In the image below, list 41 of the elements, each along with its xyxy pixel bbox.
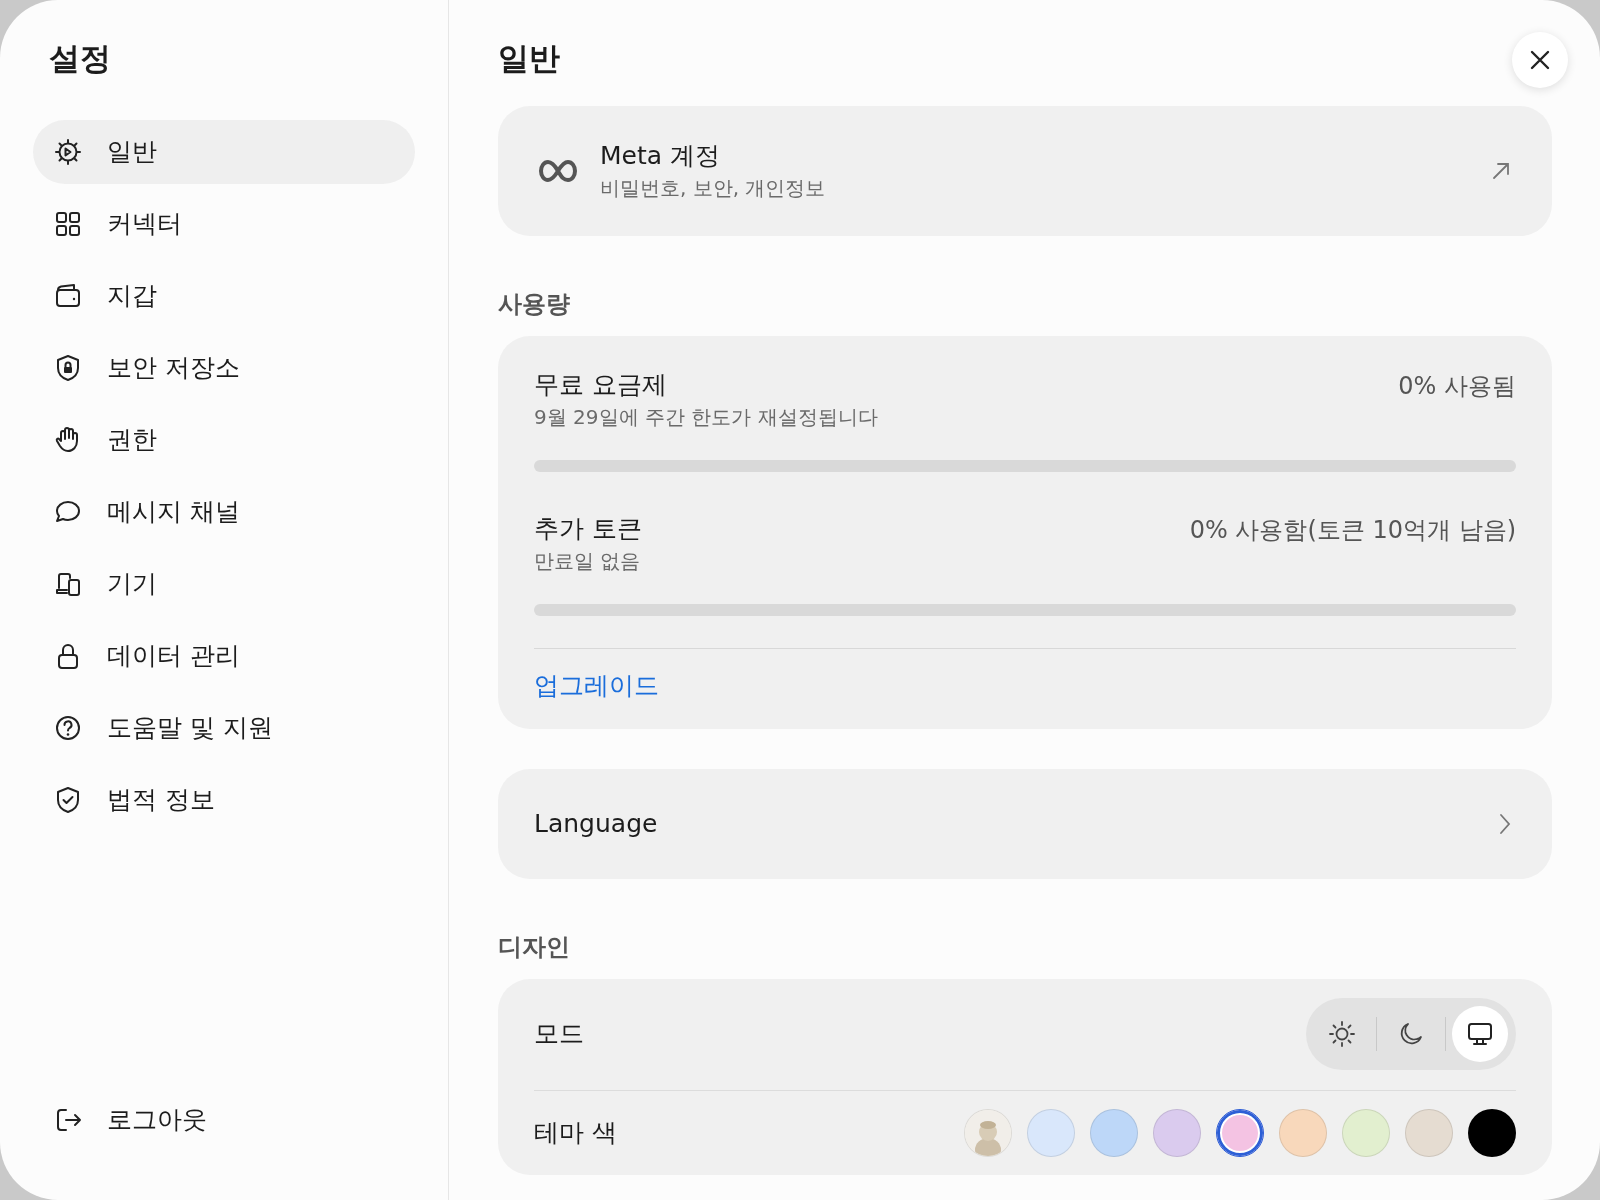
usage-reading: 0% 사용됨 bbox=[1398, 371, 1516, 402]
sidebar-item[interactable]: 보안 저장소 bbox=[33, 336, 415, 400]
sidebar-item[interactable]: 메시지 채널 bbox=[33, 480, 415, 544]
plan-note: 9월 29일에 주간 한도가 재설정됩니다 bbox=[534, 404, 878, 431]
language-row[interactable]: Language bbox=[498, 768, 1552, 879]
infinity-logo-icon bbox=[538, 159, 578, 183]
logout-button[interactable]: 로그아웃 bbox=[33, 1088, 415, 1152]
plan-name: 무료 요금제 bbox=[534, 369, 668, 401]
chevron-right-icon bbox=[1498, 811, 1512, 836]
sidebar-title: 설정 bbox=[49, 39, 112, 78]
account-card[interactable]: Meta 계정 비밀번호, 보안, 개인정보 bbox=[498, 106, 1552, 236]
grid-icon bbox=[53, 209, 83, 239]
sidebar-item[interactable]: 지갑 bbox=[33, 264, 415, 328]
mode-option[interactable] bbox=[1452, 1006, 1508, 1062]
section-heading: 디자인 bbox=[498, 931, 571, 963]
theme-swatch[interactable] bbox=[1216, 1108, 1264, 1157]
account-title: Meta 계정 bbox=[600, 140, 722, 172]
section-heading: 사용량 bbox=[498, 289, 571, 320]
theme-color-label: 테마 색 bbox=[534, 1116, 617, 1149]
upgrade-link[interactable]: 업그레이드 bbox=[534, 671, 659, 700]
plan-note: 만료일 없음 bbox=[534, 548, 642, 575]
sidebar-item[interactable]: 도움말 및 지원 bbox=[33, 696, 415, 760]
sidebar-item[interactable]: 커넥터 bbox=[33, 192, 415, 256]
sidebar-item[interactable]: 법적 정보 bbox=[33, 768, 415, 832]
sun-icon bbox=[1328, 1020, 1356, 1048]
external-link-arrow-icon bbox=[1490, 160, 1512, 182]
gear-icon bbox=[53, 137, 83, 167]
usage-reading: 0% 사용함(토큰 10억개 남음) bbox=[1189, 515, 1516, 546]
account-subtitle: 비밀번호, 보안, 개인정보 bbox=[600, 175, 827, 202]
monitor-icon bbox=[1466, 1020, 1494, 1048]
sidebar-item[interactable]: 권한 bbox=[33, 408, 415, 472]
sidebar-item[interactable]: 데이터 관리 bbox=[33, 624, 415, 688]
sidebar-item[interactable]: 기기 bbox=[33, 552, 415, 616]
page-title: 일반 bbox=[498, 39, 560, 78]
close-button[interactable] bbox=[1512, 32, 1568, 88]
close-icon bbox=[1529, 49, 1551, 71]
mode-label: 모드 bbox=[534, 1018, 584, 1050]
plan-name: 추가 토큰 bbox=[534, 513, 642, 545]
help-icon bbox=[53, 713, 83, 743]
sidebar-item[interactable]: 일반 bbox=[33, 120, 415, 184]
language-label: Language bbox=[534, 807, 658, 840]
